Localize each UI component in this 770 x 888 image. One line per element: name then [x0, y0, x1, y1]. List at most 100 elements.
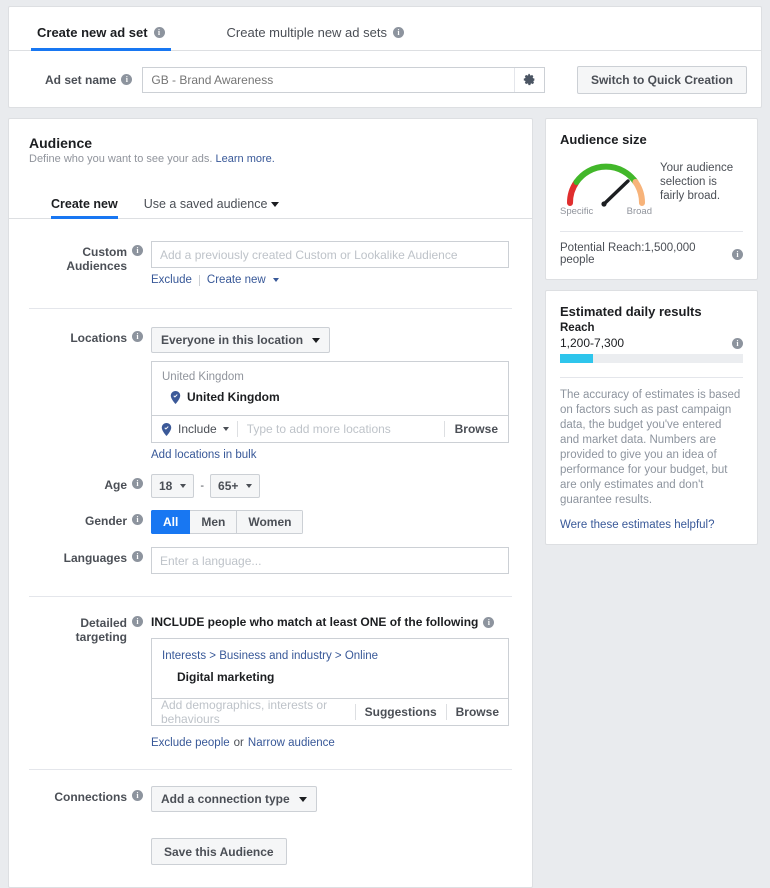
- locations-input-row: Include Type to add more locations Brows…: [152, 415, 508, 442]
- ad-set-name-settings-button[interactable]: [514, 68, 544, 92]
- estimated-metric-row: 1,200-7,300 i: [560, 336, 743, 350]
- save-audience-row: Save this Audience: [9, 838, 532, 865]
- switch-to-quick-creation-button[interactable]: Switch to Quick Creation: [577, 66, 747, 94]
- add-locations-in-bulk-link[interactable]: Add locations in bulk: [151, 449, 256, 461]
- tab-create-multiple-ad-sets-label: Create multiple new ad sets: [227, 25, 387, 40]
- audience-size-gauge: Specific Broad: [560, 155, 652, 217]
- tab-use-saved-audience[interactable]: Use a saved audience: [144, 197, 280, 218]
- info-icon[interactable]: i: [393, 27, 404, 38]
- gender-option-men[interactable]: Men: [190, 510, 237, 534]
- connections-label: Connections i: [29, 786, 151, 812]
- locations-search-input[interactable]: Type to add more locations: [238, 422, 444, 436]
- age-max-value: 65+: [218, 479, 238, 493]
- narrow-audience-link[interactable]: Narrow audience: [248, 737, 335, 749]
- save-audience-control: Save this Audience: [151, 838, 512, 865]
- chevron-down-icon: [246, 484, 252, 488]
- languages-label-text: Languages: [64, 551, 127, 565]
- estimated-results-title: Estimated daily results: [560, 304, 743, 319]
- targeting-item-digital-marketing[interactable]: Digital marketing: [152, 662, 508, 698]
- detailed-targeting-header-text: INCLUDE people who match at least ONE of…: [151, 615, 478, 629]
- tab-create-new-ad-set[interactable]: Create new ad set i: [31, 25, 171, 50]
- exclude-audience-link[interactable]: Exclude: [151, 274, 192, 286]
- gender-option-women[interactable]: Women: [237, 510, 303, 534]
- info-icon[interactable]: i: [132, 245, 143, 256]
- exclude-people-link[interactable]: Exclude people: [151, 737, 230, 749]
- learn-more-link[interactable]: Learn more.: [216, 153, 275, 165]
- gear-icon: [523, 73, 536, 86]
- link-divider: [199, 275, 200, 286]
- gauge-label-specific: Specific: [560, 206, 593, 217]
- potential-reach-text: Potential Reach:1,500,000 people: [560, 242, 727, 266]
- targeting-suggestions-button[interactable]: Suggestions: [356, 705, 446, 719]
- section-divider: [29, 596, 512, 597]
- gender-option-all[interactable]: All: [151, 510, 190, 534]
- location-chip-united-kingdom[interactable]: United Kingdom: [152, 386, 508, 415]
- connection-type-dropdown[interactable]: Add a connection type: [151, 786, 317, 812]
- locations-label-text: Locations: [70, 331, 127, 345]
- locations-label: Locations i: [29, 327, 151, 461]
- ad-set-name-input[interactable]: [143, 68, 514, 92]
- info-icon[interactable]: i: [132, 331, 143, 342]
- info-icon[interactable]: i: [483, 617, 494, 628]
- detailed-targeting-header: INCLUDE people who match at least ONE of…: [151, 612, 512, 629]
- estimated-metric-label: Reach: [560, 322, 743, 334]
- locations-browse-button[interactable]: Browse: [445, 422, 508, 436]
- detailed-targeting-links: Exclude people or Narrow audience: [151, 737, 512, 749]
- info-icon[interactable]: i: [121, 74, 132, 85]
- section-divider: [29, 769, 512, 770]
- custom-audiences-row: Custom Audiences i Add a previously crea…: [9, 241, 532, 286]
- targeting-breadcrumb: Interests > Business and industry > Onli…: [152, 639, 508, 662]
- custom-audiences-links: Exclude Create new: [151, 274, 512, 286]
- tab-create-multiple-ad-sets[interactable]: Create multiple new ad sets i: [221, 25, 410, 50]
- panel-divider: [560, 231, 743, 232]
- map-pin-icon: [170, 391, 181, 404]
- estimated-metric-value: 1,200-7,300: [560, 336, 624, 350]
- languages-label: Languages i: [29, 547, 151, 574]
- detailed-targeting-input-row: Add demographics, interests or behaviour…: [152, 698, 508, 725]
- languages-input[interactable]: Enter a language...: [151, 547, 509, 574]
- page-title: Audience: [9, 135, 532, 151]
- connections-control: Add a connection type: [151, 786, 512, 812]
- chevron-down-icon: [223, 427, 229, 431]
- panel-divider: [560, 377, 743, 378]
- tab-create-new-ad-set-label: Create new ad set: [37, 25, 148, 40]
- save-spacer: [29, 838, 151, 865]
- estimates-disclaimer: The accuracy of estimates is based on fa…: [560, 388, 743, 508]
- info-icon[interactable]: i: [732, 249, 743, 260]
- reach-progress-fill: [560, 354, 593, 363]
- estimated-results-panel: Estimated daily results Reach 1,200-7,30…: [545, 290, 758, 545]
- info-icon[interactable]: i: [132, 478, 143, 489]
- age-label: Age i: [29, 474, 151, 498]
- create-new-audience-link[interactable]: Create new: [207, 274, 266, 286]
- info-icon[interactable]: i: [132, 790, 143, 801]
- targeting-browse-button[interactable]: Browse: [447, 705, 508, 719]
- age-min-value: 18: [159, 479, 172, 493]
- age-label-text: Age: [104, 478, 127, 492]
- include-exclude-dropdown[interactable]: Include: [152, 422, 237, 436]
- locations-bulk-links: Add locations in bulk: [151, 449, 512, 461]
- chevron-down-icon: [299, 797, 307, 802]
- age-max-dropdown[interactable]: 65+: [210, 474, 260, 498]
- detailed-targeting-label: Detailed targeting i: [29, 612, 151, 749]
- custom-audiences-input[interactable]: Add a previously created Custom or Looka…: [151, 241, 509, 268]
- info-icon[interactable]: i: [132, 551, 143, 562]
- ad-set-name-field[interactable]: [142, 67, 545, 93]
- info-icon[interactable]: i: [732, 338, 743, 349]
- estimates-feedback-link[interactable]: Were these estimates helpful?: [560, 519, 714, 531]
- age-min-dropdown[interactable]: 18: [151, 474, 194, 498]
- chevron-down-icon: [312, 338, 320, 343]
- detailed-targeting-label-text: Detailed targeting: [29, 616, 127, 644]
- tab-use-saved-audience-label: Use a saved audience: [144, 197, 268, 211]
- ads-manager-page: Create new ad set i Create multiple new …: [0, 0, 770, 857]
- detailed-targeting-input[interactable]: Add demographics, interests or behaviour…: [152, 698, 355, 726]
- info-icon[interactable]: i: [132, 616, 143, 627]
- locations-box: United Kingdom United Kingdom: [151, 361, 509, 443]
- gender-segmented-control: All Men Women: [151, 510, 303, 534]
- ad-set-name-label-text: Ad set name: [45, 73, 116, 87]
- save-this-audience-button[interactable]: Save this Audience: [151, 838, 287, 865]
- info-icon[interactable]: i: [132, 514, 143, 525]
- info-icon[interactable]: i: [154, 27, 165, 38]
- tab-create-new[interactable]: Create new: [51, 197, 118, 218]
- location-scope-dropdown[interactable]: Everyone in this location: [151, 327, 330, 353]
- potential-reach-row: Potential Reach:1,500,000 people i: [560, 242, 743, 266]
